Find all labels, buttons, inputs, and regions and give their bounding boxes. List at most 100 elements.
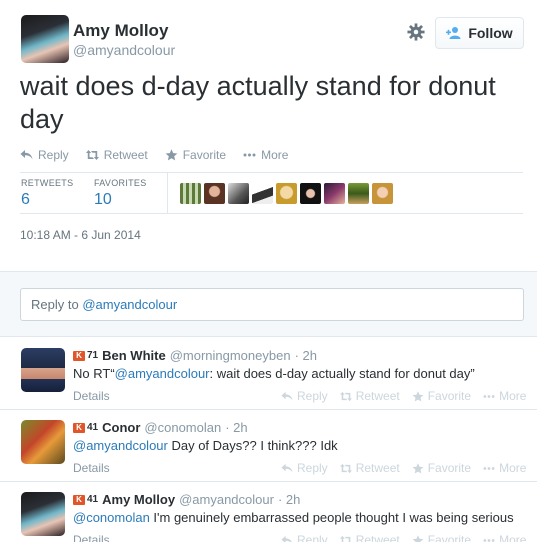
reply-more-action[interactable]: More bbox=[483, 533, 526, 542]
star-icon bbox=[165, 149, 178, 161]
favoriter-avatar[interactable] bbox=[228, 183, 249, 204]
reply-mention: @amyandcolour bbox=[82, 297, 178, 312]
ellipsis-icon bbox=[483, 394, 495, 398]
reply-avatar[interactable] bbox=[21, 348, 65, 392]
author-avatar[interactable] bbox=[21, 15, 69, 63]
ellipsis-icon bbox=[483, 538, 495, 542]
reply-mention-link[interactable]: @amyandcolour bbox=[73, 438, 168, 453]
reply-author-handle[interactable]: @amyandcolour bbox=[179, 492, 274, 507]
reply-header: K 41 Amy Molloy @amyandcolour · 2h bbox=[73, 492, 300, 507]
favorites-label: FAVORITES bbox=[94, 178, 147, 188]
more-action[interactable]: More bbox=[243, 148, 288, 162]
ellipsis-icon bbox=[483, 466, 495, 470]
reply-tweet[interactable]: K 71 Ben White @morningmoneyben · 2h No RT“@a… bbox=[0, 338, 537, 410]
favorites-count: 10 bbox=[94, 191, 112, 208]
reply-text: @conomolan I'm genuinely embarrassed peo… bbox=[73, 510, 514, 525]
reply-author-handle[interactable]: @morningmoneyben bbox=[170, 348, 291, 363]
reply-tweet[interactable]: K 41 Amy Molloy @amyandcolour · 2h @conomolan… bbox=[0, 482, 537, 542]
tweet-text: wait does d-day actually stand for donut… bbox=[20, 71, 496, 134]
author-handle[interactable]: @amyandcolour bbox=[73, 42, 175, 58]
reply-avatar[interactable] bbox=[21, 492, 65, 536]
reply-more-action[interactable]: More bbox=[483, 389, 526, 403]
retweets-label: RETWEETS bbox=[21, 178, 74, 188]
reply-reply-action[interactable]: Reply bbox=[281, 461, 328, 475]
reply-mention-link[interactable]: @conomolan bbox=[73, 510, 150, 525]
reply-retweet-action[interactable]: Retweet bbox=[339, 461, 400, 475]
details-link[interactable]: Details bbox=[73, 461, 110, 475]
reply-reply-action[interactable]: Reply bbox=[281, 389, 328, 403]
retweet-icon bbox=[85, 150, 99, 160]
favoriter-avatar[interactable] bbox=[324, 183, 345, 204]
reply-favorite-action[interactable]: Favorite bbox=[412, 389, 471, 403]
retweet-icon bbox=[339, 535, 352, 542]
klout-icon: K bbox=[73, 350, 85, 361]
follow-label: Follow bbox=[468, 25, 513, 41]
favoriter-avatars bbox=[180, 183, 393, 204]
tweet-stats: RETWEETS 6 FAVORITES 10 bbox=[20, 172, 523, 214]
star-icon bbox=[412, 462, 424, 473]
favorite-action[interactable]: Favorite bbox=[165, 148, 226, 162]
favoriter-avatar[interactable] bbox=[276, 183, 297, 204]
reply-more-action[interactable]: More bbox=[483, 461, 526, 475]
favoriter-avatar[interactable] bbox=[204, 183, 225, 204]
reply-action[interactable]: Reply bbox=[20, 148, 69, 162]
retweet-icon bbox=[339, 463, 352, 473]
star-icon bbox=[412, 534, 424, 542]
reply-mention-link[interactable]: @amyandcolour bbox=[115, 366, 210, 381]
reply-author-name[interactable]: Conor bbox=[102, 420, 140, 435]
details-link[interactable]: Details bbox=[73, 533, 110, 542]
favoriter-avatar[interactable] bbox=[300, 183, 321, 204]
tweet-actions: Reply Retweet Favorite More bbox=[20, 148, 288, 162]
reply-reply-action[interactable]: Reply bbox=[281, 533, 328, 542]
reply-actions: Reply Retweet Favorite More bbox=[281, 533, 526, 542]
klout-badge: K 71 bbox=[73, 350, 98, 361]
reply-time[interactable]: · 2h bbox=[278, 492, 300, 507]
ellipsis-icon bbox=[243, 153, 256, 157]
reply-icon bbox=[281, 463, 293, 473]
reply-author-handle[interactable]: @conomolan bbox=[144, 420, 221, 435]
retweet-action[interactable]: Retweet bbox=[85, 148, 148, 162]
stats-divider bbox=[167, 173, 168, 213]
favoriter-avatar[interactable] bbox=[180, 183, 201, 204]
reply-icon bbox=[281, 391, 293, 401]
retweets-stat[interactable]: RETWEETS 6 bbox=[21, 178, 73, 209]
reply-header: K 41 Conor @conomolan · 2h bbox=[73, 420, 248, 435]
klout-score: 71 bbox=[87, 350, 99, 361]
gear-icon[interactable] bbox=[407, 23, 425, 41]
reply-avatar[interactable] bbox=[21, 420, 65, 464]
reply-icon bbox=[20, 150, 33, 160]
reply-tweet[interactable]: K 41 Conor @conomolan · 2h @amyandcolour Day … bbox=[0, 410, 537, 482]
reply-time[interactable]: · 2h bbox=[295, 348, 317, 363]
reply-author-name[interactable]: Amy Molloy bbox=[102, 492, 175, 507]
reply-section: Reply to @amyandcolour bbox=[0, 271, 537, 337]
reply-actions: Reply Retweet Favorite More bbox=[281, 389, 526, 403]
author-name[interactable]: Amy Molloy bbox=[73, 21, 168, 41]
reply-retweet-action[interactable]: Retweet bbox=[339, 389, 400, 403]
reply-text: @amyandcolour Day of Days?? I think??? I… bbox=[73, 438, 338, 453]
reply-actions: Reply Retweet Favorite More bbox=[281, 461, 526, 475]
reply-input[interactable]: Reply to @amyandcolour bbox=[20, 288, 524, 321]
follow-button[interactable]: Follow bbox=[435, 17, 524, 49]
klout-score: 41 bbox=[87, 422, 99, 433]
reply-time[interactable]: · 2h bbox=[225, 420, 247, 435]
favoriter-avatar[interactable] bbox=[372, 183, 393, 204]
reply-icon bbox=[281, 535, 292, 542]
favoriter-avatar[interactable] bbox=[348, 183, 369, 204]
klout-badge: K 41 bbox=[73, 494, 98, 505]
add-user-icon bbox=[446, 27, 461, 39]
reply-favorite-action[interactable]: Favorite bbox=[412, 461, 471, 475]
klout-icon: K bbox=[73, 422, 85, 433]
reply-header: K 71 Ben White @morningmoneyben · 2h bbox=[73, 348, 317, 363]
reply-retweet-action[interactable]: Retweet bbox=[339, 533, 400, 542]
klout-score: 41 bbox=[87, 494, 99, 505]
favoriter-avatar[interactable] bbox=[252, 183, 273, 204]
details-link[interactable]: Details bbox=[73, 389, 110, 403]
reply-favorite-action[interactable]: Favorite bbox=[412, 533, 471, 542]
star-icon bbox=[412, 390, 424, 401]
retweet-icon bbox=[339, 391, 352, 401]
retweets-count: 6 bbox=[21, 191, 30, 208]
reply-author-name[interactable]: Ben White bbox=[102, 348, 166, 363]
favorites-stat[interactable]: FAVORITES 10 bbox=[94, 178, 147, 209]
klout-badge: K 41 bbox=[73, 422, 98, 433]
reply-text: No RT“@amyandcolour: wait does d-day act… bbox=[73, 366, 475, 381]
